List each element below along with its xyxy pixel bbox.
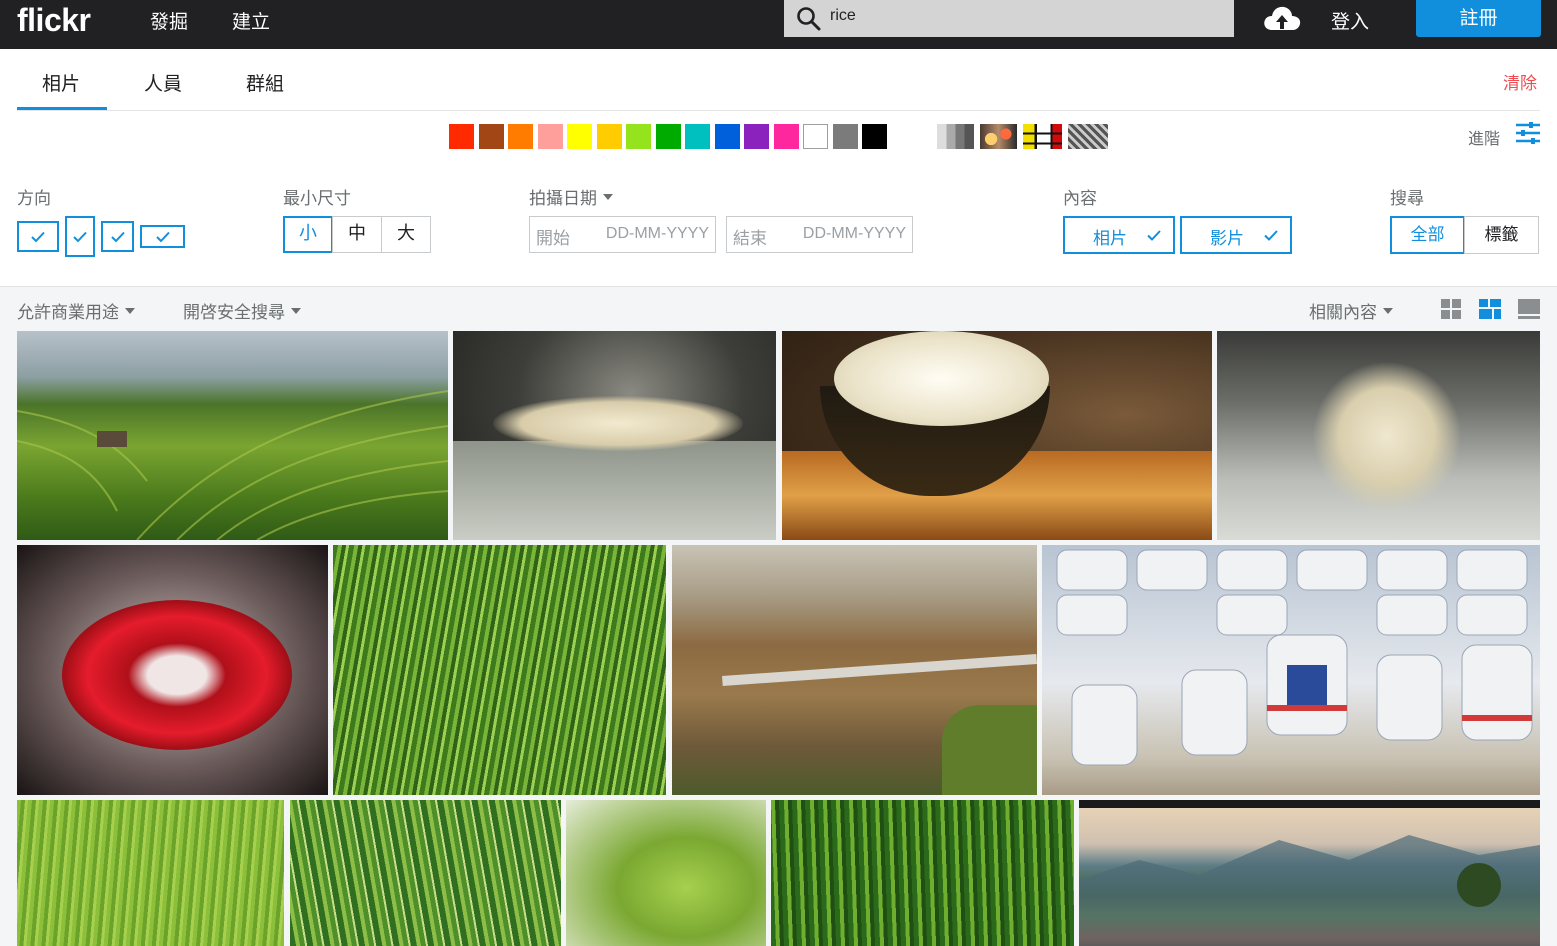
tab-photos[interactable]: 相片 xyxy=(42,69,80,96)
sliders-icon[interactable] xyxy=(1515,122,1541,144)
color-swatch[interactable] xyxy=(655,124,681,149)
date-taken-label: 拍攝日期 xyxy=(529,189,597,209)
color-swatch[interactable] xyxy=(478,124,504,149)
search-icon[interactable] xyxy=(796,6,822,32)
tab-people[interactable]: 人員 xyxy=(144,69,182,96)
flickr-logo[interactable]: flickr xyxy=(17,2,91,39)
date-taken-dropdown[interactable]: 拍攝日期 xyxy=(529,184,613,209)
date-end-placeholder: DD-MM-YYYY xyxy=(802,225,906,242)
size-large-button[interactable]: 大 xyxy=(381,216,431,253)
content-videos-toggle[interactable]: 影片 xyxy=(1180,216,1292,254)
rice-plants-photo[interactable] xyxy=(333,545,666,795)
check-icon xyxy=(155,231,170,242)
caret-down-icon xyxy=(291,308,301,314)
date-end-label: 結束 xyxy=(733,229,767,249)
top-navbar: flickr 發掘 建立 rice 登入 註冊 xyxy=(0,0,1557,49)
check-icon xyxy=(31,231,45,242)
red-lips-rice-photo[interactable] xyxy=(17,545,328,795)
check-icon xyxy=(73,231,87,242)
rice-grains-marble-photo[interactable] xyxy=(1217,331,1540,540)
color-swatch[interactable] xyxy=(714,124,740,149)
search-filter-panel: 相片 人員 群組 清除 進階 方向 最小尺寸 小 中 大 拍攝日期 開始 DD-… xyxy=(0,49,1557,287)
single-view-icon[interactable] xyxy=(1517,298,1541,320)
color-swatch[interactable] xyxy=(685,124,710,149)
clear-filters-link[interactable]: 清除 xyxy=(1503,69,1537,94)
color-swatch[interactable] xyxy=(773,124,799,149)
caret-down-icon xyxy=(1383,308,1393,314)
check-icon xyxy=(1147,230,1161,241)
content-photos-toggle[interactable]: 相片 xyxy=(1063,216,1175,254)
date-start-field[interactable]: 開始 DD-MM-YYYY xyxy=(529,216,716,253)
color-swatch[interactable] xyxy=(508,124,533,149)
sort-label: 相關內容 xyxy=(1309,303,1377,323)
search-scope-label: 搜尋 xyxy=(1390,189,1424,209)
search-tags-button[interactable]: 標籤 xyxy=(1464,216,1539,254)
color-swatch[interactable] xyxy=(832,124,858,149)
sack-shapes xyxy=(1056,549,1533,766)
color-swatch[interactable] xyxy=(862,124,887,149)
tab-divider xyxy=(17,110,1540,111)
date-start-placeholder: DD-MM-YYYY xyxy=(605,225,709,242)
check-icon xyxy=(110,231,125,242)
tab-groups[interactable]: 群組 xyxy=(246,69,284,96)
color-swatch[interactable] xyxy=(596,124,622,149)
content-photos-label: 相片 xyxy=(1093,229,1127,249)
justified-view-icon[interactable] xyxy=(1478,298,1502,320)
search-input[interactable]: rice xyxy=(830,7,856,25)
orientation-landscape[interactable] xyxy=(17,221,59,252)
orientation-square[interactable] xyxy=(101,221,134,252)
upload-cloud-icon[interactable] xyxy=(1262,4,1302,34)
advanced-link[interactable]: 進階 xyxy=(1468,125,1500,149)
shallow-depth-of-field-icon[interactable] xyxy=(980,124,1017,149)
date-end-field[interactable]: 結束 DD-MM-YYYY xyxy=(726,216,913,253)
rice-ear-closeup-photo[interactable] xyxy=(566,800,766,946)
mountain-silhouette xyxy=(1079,835,1540,946)
rice-terraces-photo[interactable] xyxy=(17,331,448,540)
black-and-white-icon[interactable] xyxy=(937,124,974,149)
rice-stalks-photo[interactable] xyxy=(290,800,561,946)
size-medium-button[interactable]: 中 xyxy=(332,216,382,253)
signup-button[interactable]: 註冊 xyxy=(1416,0,1541,37)
search-box[interactable]: rice xyxy=(784,0,1234,37)
color-swatch[interactable] xyxy=(537,124,563,149)
rice-sacks-photo[interactable] xyxy=(1042,545,1540,795)
min-size-label: 最小尺寸 xyxy=(283,189,351,209)
date-start-label: 開始 xyxy=(536,229,570,249)
grid-view-icon[interactable] xyxy=(1440,298,1462,320)
content-label: 內容 xyxy=(1063,189,1097,209)
color-swatch[interactable] xyxy=(744,124,769,149)
size-small-button[interactable]: 小 xyxy=(283,216,333,253)
safe-search-label: 開啓安全搜尋 xyxy=(183,303,285,323)
minimalism-icon[interactable] xyxy=(1023,124,1062,149)
safe-search-dropdown[interactable]: 開啓安全搜尋 xyxy=(183,298,301,323)
content-videos-label: 影片 xyxy=(1210,229,1244,249)
rice-grass-photo[interactable] xyxy=(771,800,1074,946)
orientation-portrait[interactable] xyxy=(65,216,95,257)
mountain-valley-photo[interactable] xyxy=(1079,800,1540,946)
nav-explore[interactable]: 發掘 xyxy=(150,7,188,34)
license-label: 允許商業用途 xyxy=(17,303,119,323)
caret-down-icon xyxy=(603,194,613,200)
caret-down-icon xyxy=(125,308,135,314)
nav-create[interactable]: 建立 xyxy=(232,7,270,34)
sort-dropdown[interactable]: 相關內容 xyxy=(1309,298,1393,323)
patterns-icon[interactable] xyxy=(1068,124,1108,149)
orientation-label: 方向 xyxy=(17,189,51,209)
roadside-harvest-photo[interactable] xyxy=(672,545,1037,795)
search-all-button[interactable]: 全部 xyxy=(1390,216,1465,254)
rice-field-photo[interactable] xyxy=(17,800,284,946)
login-link[interactable]: 登入 xyxy=(1331,7,1369,34)
license-dropdown[interactable]: 允許商業用途 xyxy=(17,298,135,323)
color-swatch[interactable] xyxy=(567,124,592,149)
color-swatch[interactable] xyxy=(626,124,651,149)
color-swatch[interactable] xyxy=(449,124,474,149)
color-swatch[interactable] xyxy=(803,124,828,149)
rice-grains-photo[interactable] xyxy=(453,331,776,540)
rice-bowl-photo[interactable] xyxy=(782,331,1212,540)
terrace-lines xyxy=(17,390,448,540)
orientation-panorama[interactable] xyxy=(140,225,185,248)
check-icon xyxy=(1264,230,1278,241)
